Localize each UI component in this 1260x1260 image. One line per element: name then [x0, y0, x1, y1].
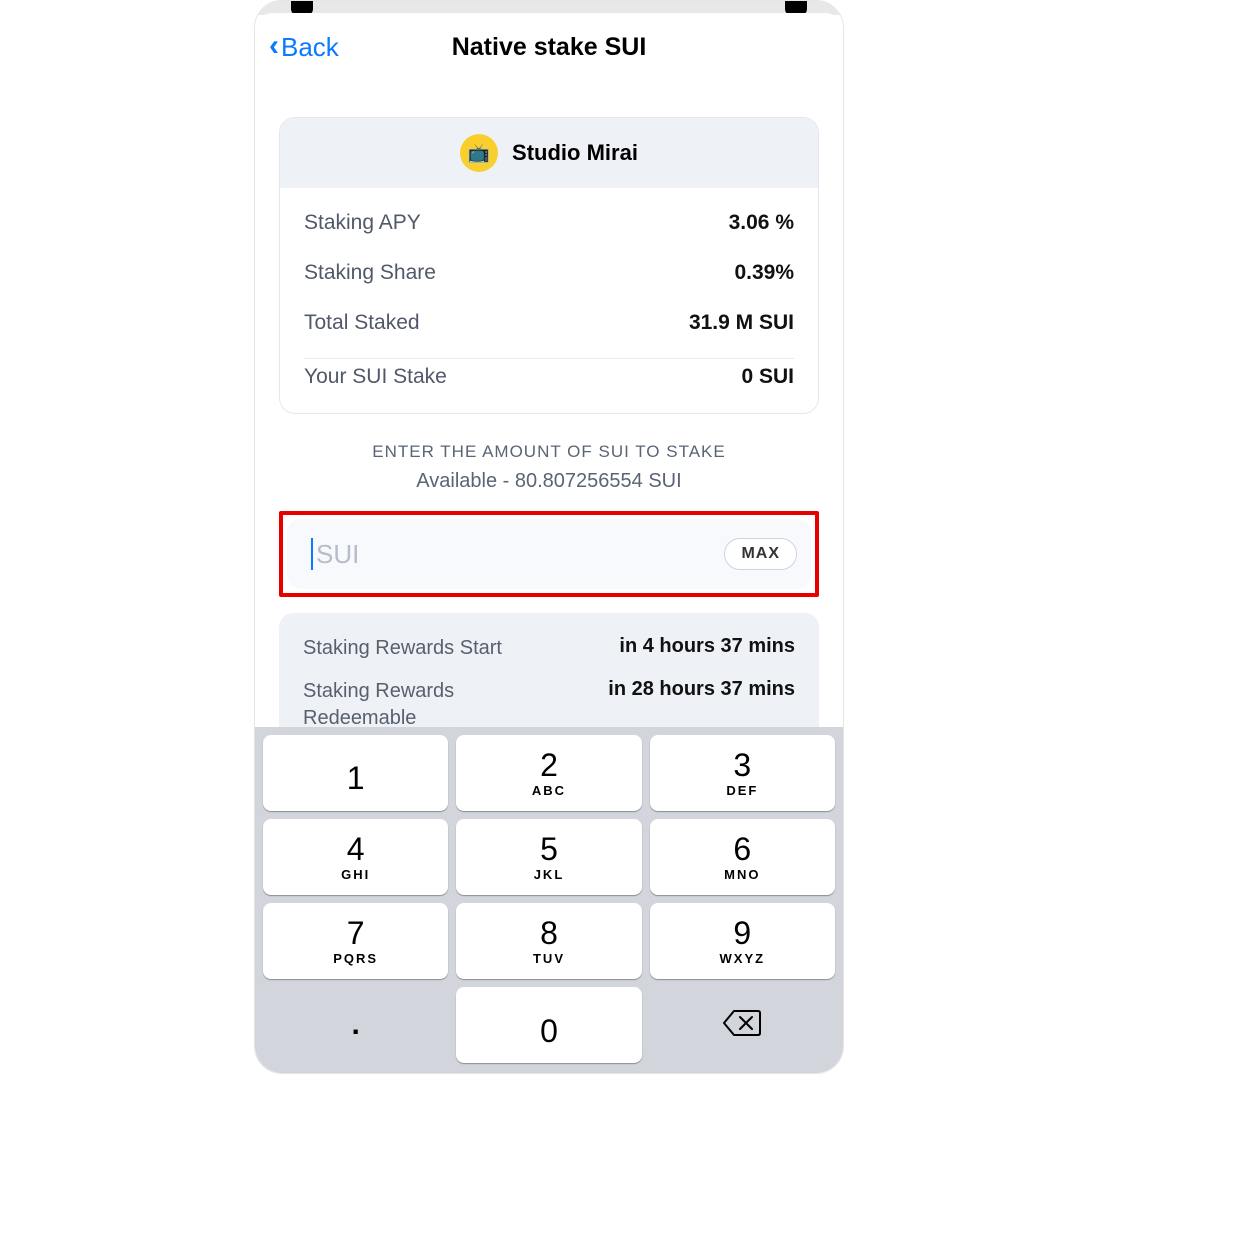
rewards-redeem-value: in 28 hours 37 mins	[608, 678, 795, 701]
validator-card: 📺 Studio Mirai Staking APY 3.06 % Stakin…	[279, 117, 819, 414]
your-stake-label: Your SUI Stake	[304, 365, 447, 389]
rewards-redeem-label: Staking Rewards Redeemable	[303, 678, 523, 732]
nav-bar: ‹ Back Native stake SUI	[255, 13, 843, 81]
back-label: Back	[281, 32, 339, 63]
amount-input-row: SUI MAX	[287, 519, 811, 589]
prompt-title: ENTER THE AMOUNT OF SUI TO STAKE	[279, 442, 819, 462]
your-stake-value: 0 SUI	[741, 365, 794, 389]
max-button[interactable]: MAX	[724, 538, 797, 570]
divider	[304, 358, 794, 359]
key-1[interactable]: 1	[263, 735, 448, 811]
key-8[interactable]: 8 TUV	[456, 903, 641, 979]
amount-placeholder: SUI	[316, 539, 359, 570]
back-button[interactable]: ‹ Back	[269, 30, 339, 64]
key-7[interactable]: 7 PQRS	[263, 903, 448, 979]
row-share: Staking Share 0.39%	[304, 248, 794, 298]
key-0[interactable]: 0	[456, 987, 641, 1063]
row-apy: Staking APY 3.06 %	[304, 198, 794, 248]
rewards-start-label: Staking Rewards Start	[303, 635, 502, 662]
validator-name: Studio Mirai	[512, 140, 638, 166]
key-6[interactable]: 6 MNO	[650, 819, 835, 895]
backspace-icon	[722, 1009, 762, 1042]
apy-label: Staking APY	[304, 211, 421, 235]
text-cursor	[311, 538, 313, 570]
content: 📺 Studio Mirai Staking APY 3.06 % Stakin…	[255, 117, 843, 781]
row-total: Total Staked 31.9 M SUI	[304, 298, 794, 348]
modal-sheet: ‹ Back Native stake SUI 📺 Studio Mirai S…	[255, 13, 843, 1073]
key-3[interactable]: 3 DEF	[650, 735, 835, 811]
validator-icon: 📺	[460, 134, 498, 172]
share-label: Staking Share	[304, 261, 436, 285]
apy-value: 3.06 %	[729, 211, 794, 235]
phone-frame: ‹ Back Native stake SUI 📺 Studio Mirai S…	[254, 0, 844, 1074]
key-backspace[interactable]	[650, 987, 835, 1063]
page-title: Native stake SUI	[255, 33, 843, 62]
rewards-start-value: in 4 hours 37 mins	[619, 635, 795, 658]
key-5[interactable]: 5 JKL	[456, 819, 641, 895]
total-value: 31.9 M SUI	[689, 311, 794, 335]
row-your-stake: Your SUI Stake 0 SUI	[304, 363, 794, 413]
key-9[interactable]: 9 WXYZ	[650, 903, 835, 979]
key-2[interactable]: 2 ABC	[456, 735, 641, 811]
amount-input[interactable]: SUI	[311, 538, 359, 570]
input-highlight: SUI MAX	[279, 511, 819, 597]
validator-header[interactable]: 📺 Studio Mirai	[280, 118, 818, 188]
total-label: Total Staked	[304, 311, 420, 335]
row-rewards-start: Staking Rewards Start in 4 hours 37 mins	[303, 627, 795, 670]
numeric-keypad: 1 2 ABC 3 DEF 4 GHI 5 JKL	[255, 727, 843, 1073]
key-decimal[interactable]: .	[263, 987, 448, 1063]
chevron-left-icon: ‹	[269, 29, 279, 63]
available-balance: Available - 80.807256554 SUI	[279, 470, 819, 493]
share-value: 0.39%	[734, 261, 794, 285]
amount-prompt: ENTER THE AMOUNT OF SUI TO STAKE Availab…	[279, 442, 819, 493]
key-4[interactable]: 4 GHI	[263, 819, 448, 895]
